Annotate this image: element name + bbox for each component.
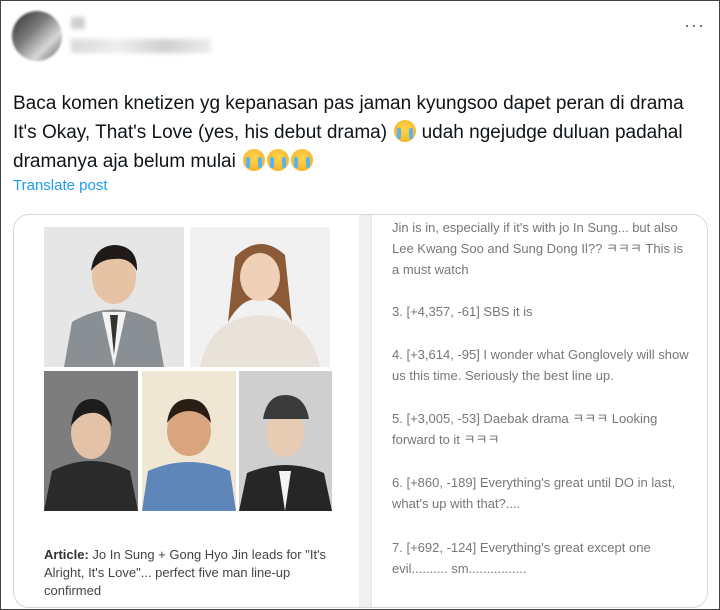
more-options-icon[interactable]: ··· (684, 15, 705, 36)
loudly-crying-face-icon (243, 149, 266, 171)
comment-item: 5. [+3,005, -53] Daebak drama ㅋㅋㅋ Lookin… (392, 411, 658, 447)
panel-divider (359, 215, 371, 607)
avatar[interactable] (12, 11, 62, 61)
comment-item: 7. [+692, -124] Everything's great excep… (392, 540, 651, 576)
comment-item: 3. [+4,357, -61] SBS it is (392, 304, 533, 319)
loudly-crying-face-icon (291, 149, 314, 171)
photo-young-man-with-cap (239, 371, 332, 511)
comment-item: 4. [+3,614, -95] I wonder what Gonglovel… (392, 347, 689, 383)
user-handle-blurred[interactable] (71, 39, 211, 53)
photo-man-laughing (44, 371, 138, 511)
display-name-blurred[interactable] (71, 17, 85, 29)
comment-item: Jin is in, especially if it's with jo In… (392, 220, 683, 277)
attached-image[interactable]: Article: Jo In Sung + Gong Hyo Jin leads… (13, 214, 708, 608)
tweet-container: ··· Baca komen knetizen yg kepanasan pas… (0, 0, 720, 610)
article-label: Article: (44, 547, 89, 562)
loudly-crying-face-icon (394, 120, 417, 142)
comments-panel: Jin is in, especially if it's with jo In… (371, 215, 707, 607)
comment-item: 6. [+860, -189] Everything's great until… (392, 475, 676, 511)
post-text: Baca komen knetizen yg kepanasan pas jam… (13, 89, 703, 176)
photo-woman-smiling (190, 227, 330, 367)
article-caption: Article: Jo In Sung + Gong Hyo Jin leads… (44, 546, 344, 600)
photo-older-man (142, 371, 236, 511)
article-panel: Article: Jo In Sung + Gong Hyo Jin leads… (26, 219, 360, 607)
translate-post-link[interactable]: Translate post (13, 177, 108, 194)
photo-man-in-suit (44, 227, 184, 367)
loudly-crying-face-icon (267, 149, 290, 171)
